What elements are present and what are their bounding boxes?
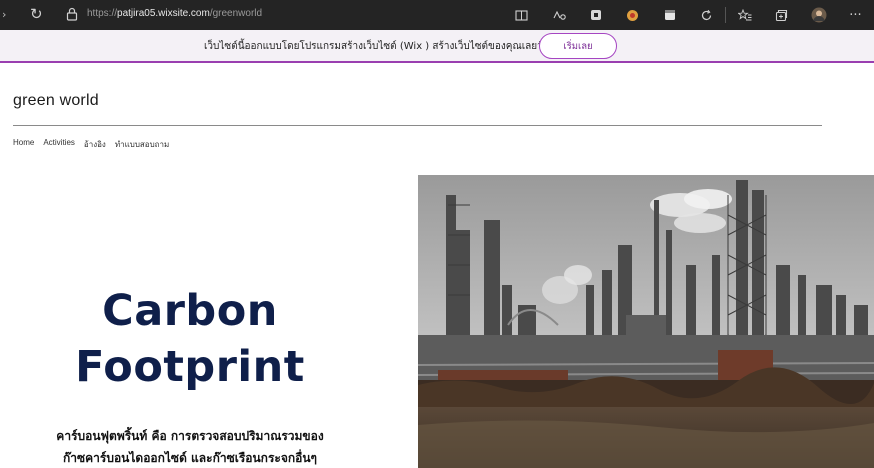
- hero-description-line2: ก๊าซคาร์บอนไดออกไซด์ และก๊าซเรือนกระจกอื…: [63, 451, 317, 465]
- reload-icon[interactable]: ↻: [30, 5, 43, 23]
- browser-toolbar-icons: ···: [503, 0, 874, 30]
- reader-view-icon[interactable]: [503, 0, 540, 30]
- favorites-icon[interactable]: [726, 0, 763, 30]
- site-title[interactable]: green world: [13, 92, 99, 110]
- wix-start-button[interactable]: เริ่มเลย: [539, 33, 617, 59]
- profile-avatar-icon[interactable]: [800, 0, 837, 30]
- note-icon[interactable]: [651, 0, 688, 30]
- address-bar[interactable]: https://patjira05.wixsite.com/greenworld: [87, 8, 262, 19]
- browser-toolbar: › ↻ https://patjira05.wixsite.com/greenw…: [0, 0, 874, 30]
- hero-description: คาร์บอนฟุตพริ้นท์ คือ การตรวจสอบปริมาณรว…: [0, 425, 380, 468]
- wix-banner-text: เว็บไซต์นี้ออกแบบโดยโปรแกรมสร้างเว็บไซต์…: [204, 41, 557, 52]
- hero-title-line1: Carbon: [102, 286, 278, 336]
- nav-item-activities[interactable]: Activities: [43, 138, 75, 151]
- site-nav: Home Activities อ้างอิง ทำแบบสอบถาม: [13, 138, 178, 151]
- read-aloud-icon[interactable]: [540, 0, 577, 30]
- extension-icon[interactable]: [577, 0, 614, 30]
- industrial-plant-photo: [418, 175, 874, 468]
- url-scheme: https://: [87, 8, 118, 19]
- extension-color-icon[interactable]: [614, 0, 651, 30]
- hero-description-line1: คาร์บอนฟุตพริ้นท์ คือ การตรวจสอบปริมาณรว…: [56, 429, 324, 443]
- more-options-icon[interactable]: ···: [837, 0, 874, 30]
- collections-icon[interactable]: [763, 0, 800, 30]
- header-divider: [13, 125, 822, 126]
- refresh-extension-icon[interactable]: [688, 0, 725, 30]
- nav-item-references[interactable]: อ้างอิง: [84, 138, 106, 151]
- wix-promo-banner: เว็บไซต์นี้ออกแบบโดยโปรแกรมสร้างเว็บไซต์…: [0, 30, 874, 63]
- nav-item-survey[interactable]: ทำแบบสอบถาม: [115, 138, 169, 151]
- url-path: /greenworld: [209, 8, 263, 19]
- forward-arrow-icon[interactable]: ›: [2, 8, 6, 21]
- nav-item-home[interactable]: Home: [13, 138, 34, 151]
- lock-icon[interactable]: [66, 7, 78, 21]
- url-host: patjira05.wixsite.com: [117, 8, 210, 19]
- hero-title: Carbon Footprint: [0, 283, 380, 395]
- hero-title-line2: Footprint: [75, 342, 305, 392]
